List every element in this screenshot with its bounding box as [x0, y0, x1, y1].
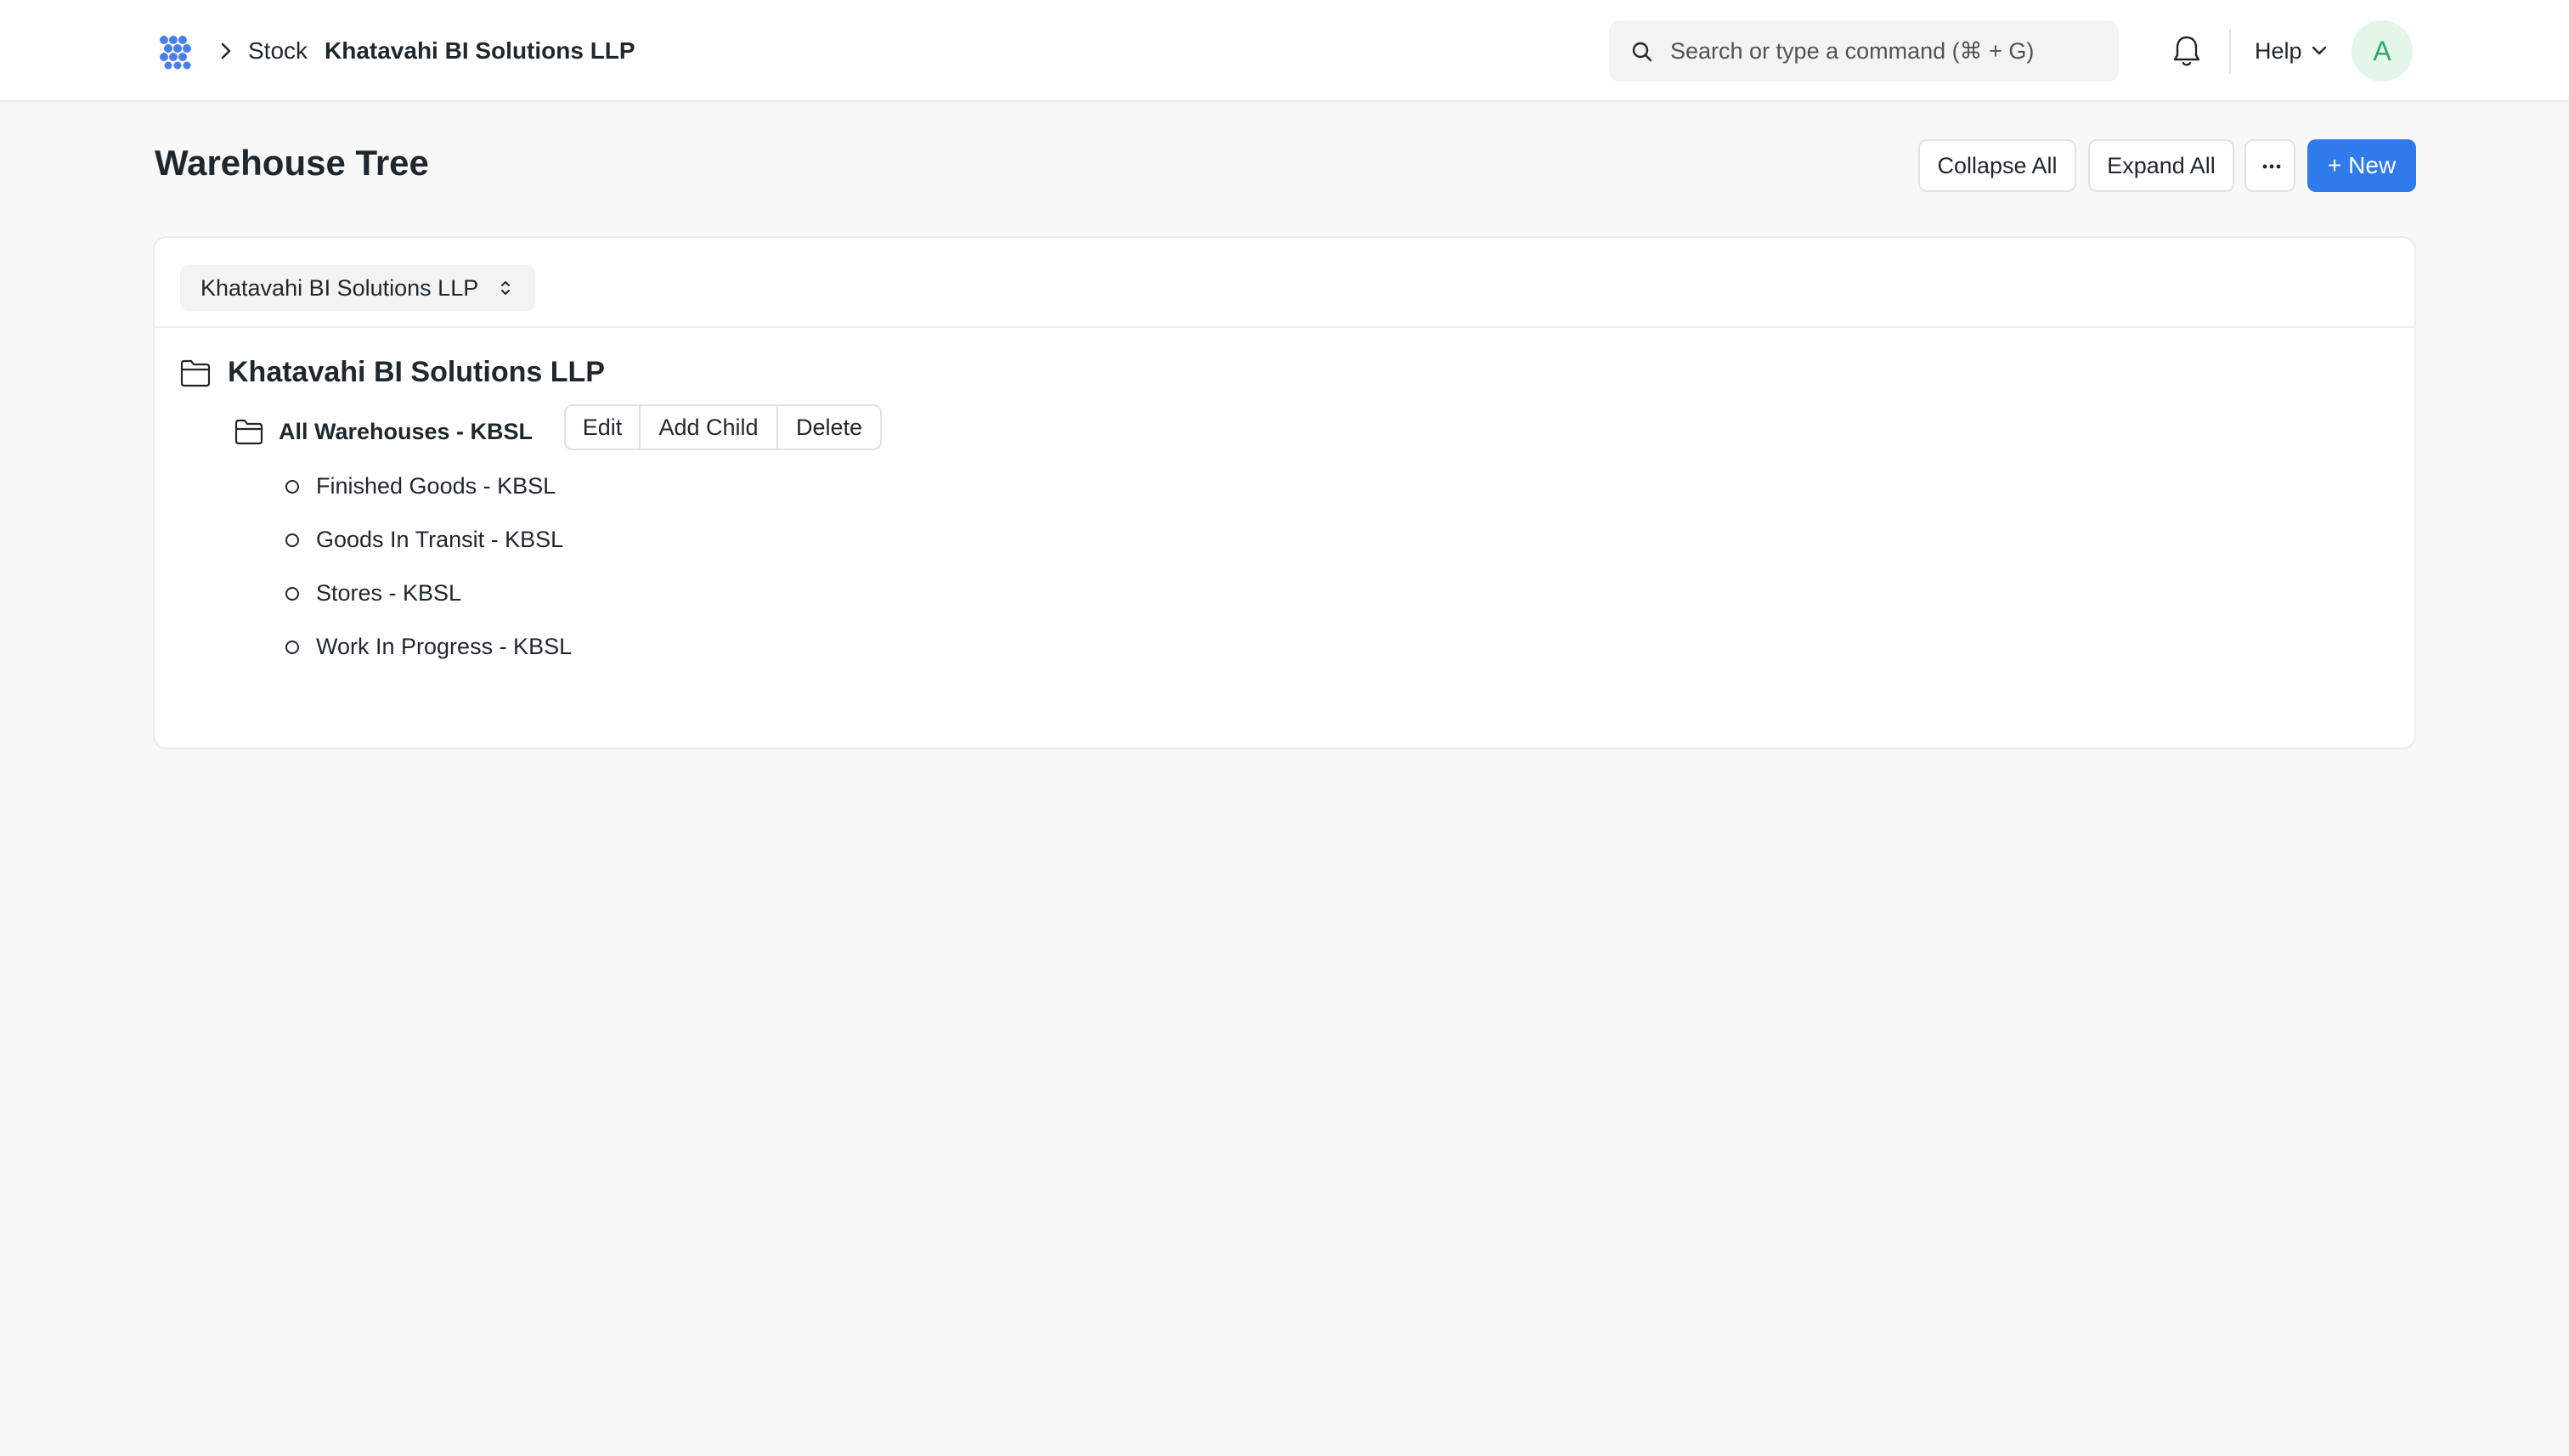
company-select-value: Khatavahi BI Solutions LLP [200, 275, 479, 301]
more-actions-button[interactable] [2244, 139, 2295, 192]
help-label: Help [2255, 38, 2302, 64]
leaf-node-icon [285, 480, 299, 494]
expand-all-button[interactable]: Expand All [2088, 139, 2234, 192]
leaf-node-icon [285, 533, 299, 547]
delete-node-button[interactable]: Delete [778, 406, 880, 449]
tree-leaf-label: Stores - KBSL [316, 580, 462, 606]
breadcrumb-current-page[interactable]: Khatavahi BI Solutions LLP [325, 36, 635, 66]
new-button-label: New [2348, 152, 2397, 178]
leaf-node-icon [285, 587, 299, 601]
ellipsis-icon [2262, 164, 2281, 169]
help-dropdown[interactable]: Help [2255, 36, 2328, 66]
new-button[interactable]: + New [2307, 139, 2416, 192]
app-logo-icon[interactable] [158, 34, 194, 70]
folder-icon[interactable] [180, 358, 211, 387]
company-select[interactable]: Khatavahi BI Solutions LLP [180, 265, 535, 311]
breadcrumb-stock-link[interactable]: Stock [248, 36, 308, 66]
edit-node-button[interactable]: Edit [566, 406, 641, 449]
top-navbar: Stock Khatavahi BI Solutions LLP Search … [0, 0, 2569, 102]
search-placeholder: Search or type a command (⌘ + G) [1670, 38, 2035, 64]
user-avatar[interactable]: A [2352, 20, 2413, 82]
page-title: Warehouse Tree [155, 143, 429, 183]
collapse-all-button[interactable]: Collapse All [1918, 139, 2076, 192]
breadcrumb-chevron-icon [221, 42, 231, 59]
tree-root-label[interactable]: Khatavahi BI Solutions LLP [228, 353, 605, 391]
add-child-button[interactable]: Add Child [641, 406, 778, 449]
search-icon [1632, 42, 1652, 62]
notification-bell-icon[interactable] [2171, 34, 2202, 68]
tree-leaf-label: Goods In Transit - KBSL [316, 527, 564, 552]
tree-node-label[interactable]: All Warehouses - KBSL [279, 416, 533, 447]
tree-leaf-label: Work In Progress - KBSL [316, 634, 573, 659]
plus-icon: + [2327, 152, 2342, 178]
tree-leaf-label: Finished Goods - KBSL [316, 473, 556, 499]
chevron-down-icon [2312, 46, 2326, 55]
card-divider [155, 326, 2414, 328]
navbar-divider [2229, 29, 2231, 73]
folder-icon[interactable] [234, 418, 263, 445]
select-arrows-icon [501, 281, 510, 295]
warehouse-tree-card: Khatavahi BI Solutions LLP Khatavahi BI … [153, 236, 2416, 749]
search-bar[interactable]: Search or type a command (⌘ + G) [1609, 20, 2119, 82]
leaf-node-icon [285, 641, 299, 654]
node-action-group: Edit Add Child Delete [564, 404, 882, 450]
